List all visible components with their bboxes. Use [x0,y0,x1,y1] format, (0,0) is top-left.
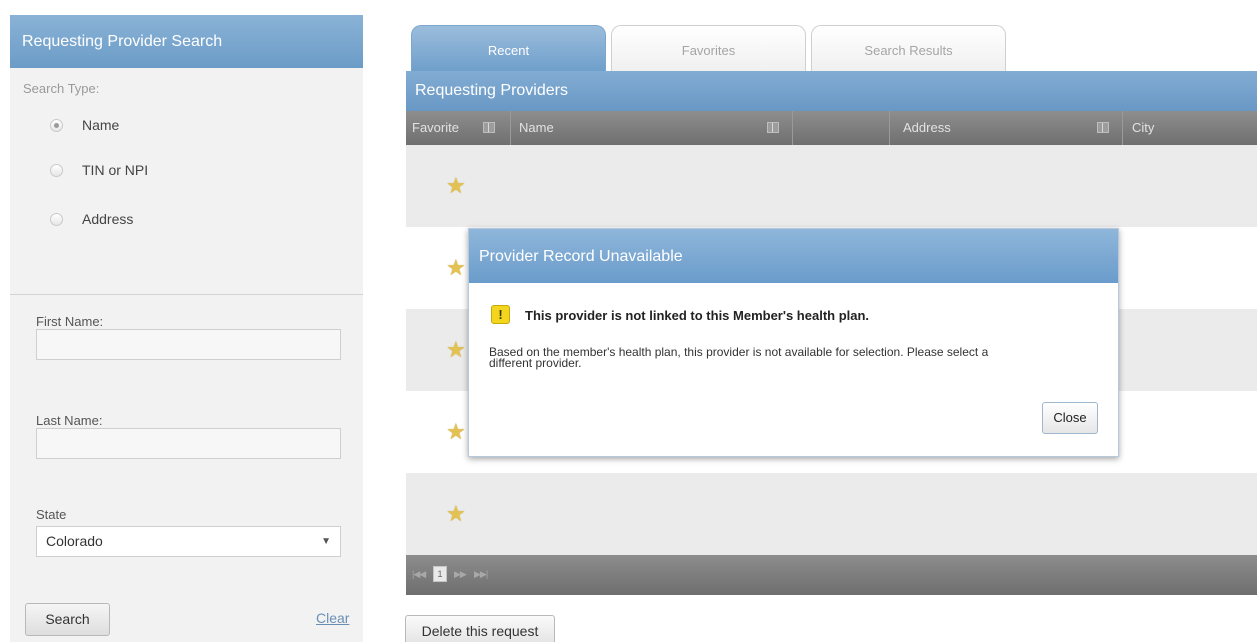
radio-label: TIN or NPI [82,162,149,178]
results-title: Requesting Providers [406,71,1257,111]
pager: |◀◀ 1 ▶▶ ▶▶| [406,555,1257,595]
column-icon[interactable] [483,122,495,133]
provider-unavailable-dialog: Provider Record Unavailable ! This provi… [468,228,1119,457]
radio-label: Name [82,117,120,133]
tab-favorites[interactable]: Favorites [611,25,806,71]
close-button[interactable]: Close [1042,402,1098,434]
dialog-heading: This provider is not linked to this Memb… [525,308,870,323]
first-name-input[interactable] [36,329,341,360]
last-page-icon[interactable]: ▶▶| [474,569,488,580]
column-divider [889,111,890,145]
column-divider [510,111,511,145]
radio-button[interactable] [50,163,63,177]
state-value: Colorado [46,533,103,549]
column-header-favorite[interactable]: Favorite [412,111,459,145]
warning-icon: ! [491,305,510,324]
radio-button[interactable] [50,212,63,226]
search-type-address-option[interactable]: Address [50,209,133,229]
column-icon[interactable] [767,122,779,133]
star-icon[interactable]: ★ [446,419,466,445]
column-header-row: Favorite Name Address City [406,111,1257,145]
page-number[interactable]: 1 [433,566,447,582]
column-icon[interactable] [1097,122,1109,133]
star-icon[interactable]: ★ [446,255,466,281]
last-name-label: Last Name: [36,413,103,428]
search-type-tin-option[interactable]: TIN or NPI [50,160,148,180]
star-icon[interactable]: ★ [446,501,466,527]
next-page-icon[interactable]: ▶▶ [454,569,467,580]
star-icon[interactable]: ★ [446,173,466,199]
tab-recent[interactable]: Recent [411,25,606,71]
radio-button[interactable] [50,118,63,132]
star-icon[interactable]: ★ [446,337,466,363]
table-row[interactable]: ★ [406,473,1257,555]
radio-label: Address [82,211,134,227]
column-divider [1122,111,1123,145]
search-panel-title: Requesting Provider Search [10,15,363,68]
state-label: State [36,507,67,522]
delete-request-button[interactable]: Delete this request [405,615,555,642]
column-divider [792,111,793,145]
dialog-message-line: different provider. [489,356,582,370]
column-header-address[interactable]: Address [903,111,951,145]
column-header-name[interactable]: Name [519,111,554,145]
search-button[interactable]: Search [25,603,110,636]
dialog-title: Provider Record Unavailable [469,229,1118,283]
column-header-city[interactable]: City [1132,111,1154,145]
last-name-input[interactable] [36,428,341,459]
first-name-label: First Name: [36,314,104,329]
tab-search-results[interactable]: Search Results [811,25,1006,71]
state-select[interactable]: Colorado ▼ [36,526,341,557]
table-row[interactable]: ★ [406,145,1257,227]
clear-link[interactable]: Clear [316,610,349,626]
provider-search-panel: Requesting Provider Search Search Type: … [10,15,363,642]
dialog-message: Based on the member's health plan, this … [489,346,1099,370]
first-page-icon[interactable]: |◀◀ [412,569,426,580]
search-type-label: Search Type: [23,81,100,96]
chevron-down-icon: ▼ [321,536,331,547]
panel-divider [10,294,363,295]
search-type-name-option[interactable]: Name [50,115,119,135]
